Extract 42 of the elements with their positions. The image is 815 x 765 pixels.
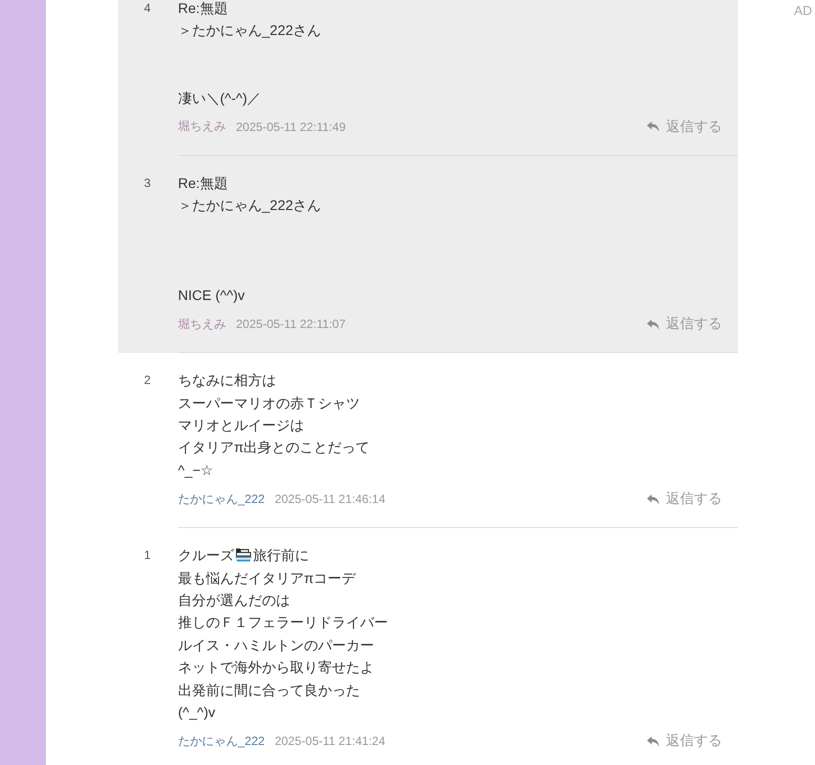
- author-link[interactable]: 堀ちえみ: [178, 316, 226, 333]
- comment-text: (^_^)v: [178, 702, 216, 722]
- comment-text: クルーズ: [178, 546, 234, 566]
- author-link[interactable]: たかにゃん_222: [178, 732, 265, 750]
- comment-text: Re:無題: [178, 0, 228, 18]
- post-date: 2025-05-11 21:41:24: [274, 734, 386, 748]
- comment-text: ルイス・ハミルトンのパーカー: [178, 636, 374, 655]
- comment-number: 4: [144, 0, 151, 17]
- comment-text: NICE (^^)v: [178, 286, 245, 305]
- comment-text: ネットで海外から取り寄せたよ: [178, 658, 374, 678]
- comment-text: 凄い＼(^-^)／: [178, 88, 262, 108]
- post-date: 2025-05-11 22:11:49: [236, 120, 346, 134]
- reply-icon: [647, 494, 659, 505]
- comment-text: イタリアπ出身とのことだって: [178, 438, 370, 458]
- reply-button[interactable]: 返信する: [647, 490, 722, 508]
- comment-text: マリオとルイージは: [178, 416, 304, 436]
- post-date: 2025-05-11 22:11:07: [236, 317, 346, 332]
- ad-label: AD: [794, 3, 812, 19]
- reply-button[interactable]: 返信する: [647, 315, 722, 334]
- author-link[interactable]: 堀ちえみ: [178, 118, 226, 136]
- comment-number: 3: [144, 174, 151, 192]
- comment-number: 1: [144, 547, 151, 564]
- author-link[interactable]: たかにゃん_222: [178, 490, 265, 508]
- reply-icon: [647, 736, 659, 747]
- comment-text: ^_−☆: [178, 460, 214, 480]
- reply-button[interactable]: 返信する: [647, 732, 722, 750]
- comment-number: 2: [144, 372, 151, 390]
- reply-icon: [647, 121, 659, 132]
- comment-text: 推しのＦ１フェラーリドライバー: [178, 613, 388, 632]
- comment-text: 旅行前に: [253, 546, 309, 566]
- comment-text: 自分が選んだのは: [178, 591, 290, 610]
- comment-text: 最も悩んだイタリアπコーデ: [178, 568, 356, 588]
- comment-text: ＞たかにゃん_222さん: [178, 21, 322, 40]
- post-date: 2025-05-11 21:46:14: [274, 492, 386, 506]
- comment-text: ちなみに相方は: [178, 371, 276, 390]
- comment-text: ＞たかにゃん_222さん: [178, 196, 322, 216]
- reply-icon: [647, 318, 659, 330]
- ship-icon: [235, 548, 252, 562]
- comment-text: Re:無題: [178, 174, 228, 193]
- comment-text: 出発前に間に合って良かった: [178, 680, 360, 700]
- comment-text: スーパーマリオの赤Ｔシャツ: [178, 394, 360, 413]
- reply-button[interactable]: 返信する: [647, 118, 722, 136]
